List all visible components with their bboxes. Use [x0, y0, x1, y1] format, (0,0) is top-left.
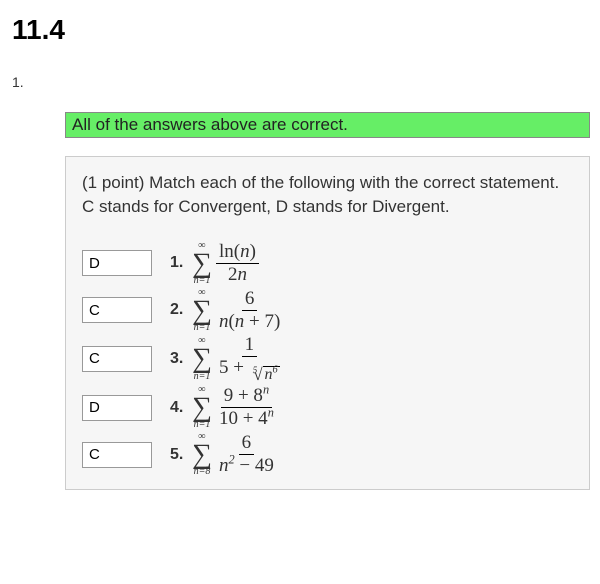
numerator: ln(n) — [216, 242, 259, 264]
match-row: 3. ∞ ∑ n=1 1 5 + 5√n6 — [82, 335, 573, 383]
root-icon: 5√n6 — [249, 366, 280, 383]
series-expression: ∞ ∑ n=1 1 5 + 5√n6 — [192, 335, 283, 383]
item-number: 1. — [170, 254, 188, 272]
denominator: 5 + 5√n6 — [216, 357, 283, 383]
numerator: 6 — [242, 289, 258, 311]
sigma-icon: ∑ — [192, 442, 212, 467]
denominator: 10 + 4n — [216, 408, 277, 429]
match-row: 2. ∞ ∑ n=1 6 n(n + 7) — [82, 288, 573, 333]
feedback-banner: All of the answers above are correct. — [65, 112, 590, 138]
denominator: n2 − 49 — [216, 455, 277, 476]
answer-input-1[interactable] — [82, 250, 152, 276]
sigma-icon: ∑ — [192, 298, 212, 323]
question-number: 1. — [12, 74, 590, 90]
sum-lower: n=1 — [194, 372, 211, 382]
item-number: 4. — [170, 399, 188, 417]
section-title: 11.4 — [12, 14, 590, 46]
sigma-icon: ∑ — [192, 346, 212, 371]
sum-lower: n=1 — [194, 276, 211, 286]
sigma-icon: ∑ — [192, 251, 212, 276]
numerator: 9 + 8n — [221, 386, 272, 408]
item-number: 3. — [170, 350, 188, 368]
answer-input-3[interactable] — [82, 346, 152, 372]
sum-lower: n=1 — [194, 323, 211, 333]
answer-input-4[interactable] — [82, 395, 152, 421]
item-number: 5. — [170, 446, 188, 464]
sigma-icon: ∑ — [192, 395, 212, 420]
series-expression: ∞ ∑ n=1 6 n(n + 7) — [192, 288, 283, 333]
numerator: 1 — [242, 335, 258, 357]
answer-input-5[interactable] — [82, 442, 152, 468]
series-expression: ∞ ∑ n=1 ln(n) 2n — [192, 241, 259, 286]
question-box: (1 point) Match each of the following wi… — [65, 156, 590, 490]
numerator: 6 — [239, 433, 255, 455]
question-prompt: (1 point) Match each of the following wi… — [82, 171, 573, 219]
item-number: 2. — [170, 301, 188, 319]
match-row: 4. ∞ ∑ n=1 9 + 8n 10 + 4n — [82, 385, 573, 430]
answer-input-2[interactable] — [82, 297, 152, 323]
match-row: 5. ∞ ∑ n=8 6 n2 − 49 — [82, 432, 573, 477]
denominator: n(n + 7) — [216, 311, 283, 332]
sum-lower: n=8 — [194, 467, 211, 477]
match-row: 1. ∞ ∑ n=1 ln(n) 2n — [82, 241, 573, 286]
sum-lower: n=1 — [194, 420, 211, 430]
denominator: 2n — [225, 264, 250, 285]
series-expression: ∞ ∑ n=8 6 n2 − 49 — [192, 432, 277, 477]
series-expression: ∞ ∑ n=1 9 + 8n 10 + 4n — [192, 385, 277, 430]
